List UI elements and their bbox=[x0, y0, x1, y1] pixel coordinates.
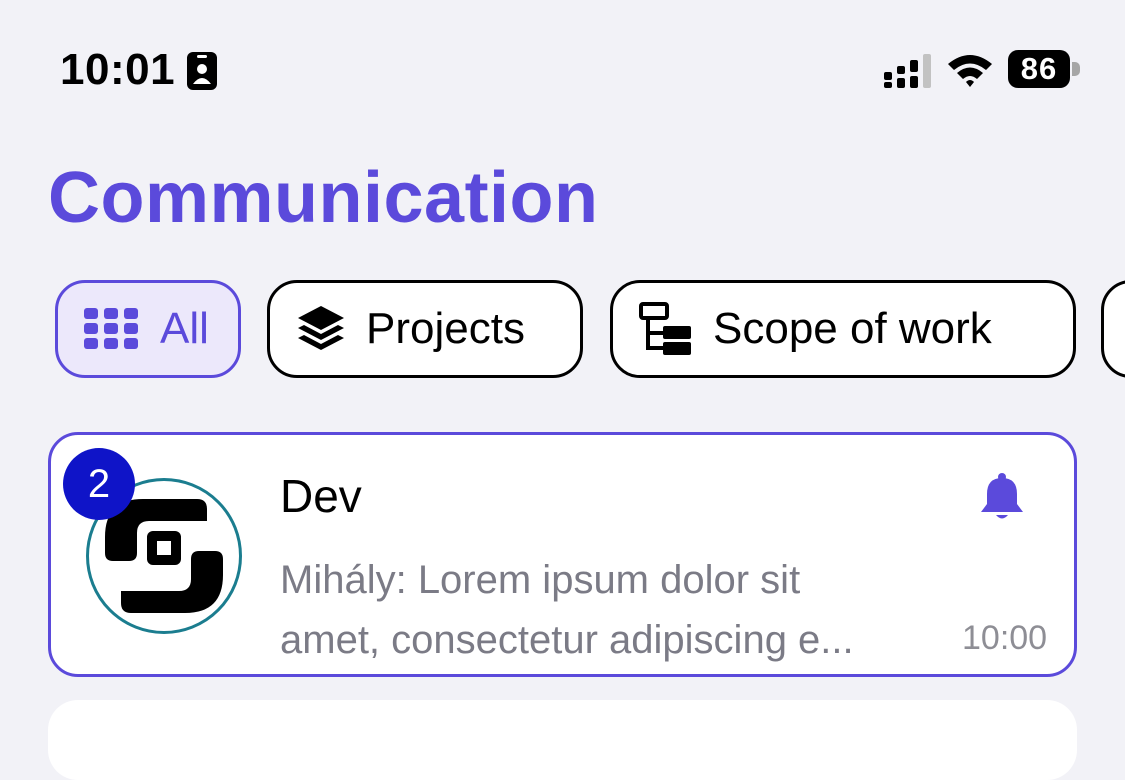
chat-list-item[interactable] bbox=[48, 700, 1077, 780]
bell-icon[interactable] bbox=[977, 472, 1027, 522]
battery-icon: 86 bbox=[1008, 50, 1084, 88]
grid-icon bbox=[84, 308, 138, 349]
filter-chip-more[interactable] bbox=[1101, 280, 1125, 378]
page-title: Communication bbox=[48, 158, 599, 238]
cellular-signal-icon bbox=[884, 54, 931, 88]
layers-icon bbox=[298, 306, 344, 350]
filter-chip-label: Projects bbox=[366, 304, 525, 353]
status-bar: 10:01 86 bbox=[0, 0, 1125, 130]
unread-count-badge: 2 bbox=[63, 448, 135, 520]
hierarchy-icon bbox=[639, 302, 691, 355]
message-preview-line-2: amet, consectetur adipiscing e... bbox=[280, 618, 854, 662]
filter-chip-label: All bbox=[160, 304, 209, 353]
filter-chip-label: Scope of work bbox=[713, 304, 992, 353]
battery-level: 86 bbox=[1008, 50, 1070, 88]
filter-chip-scope-of-work[interactable]: Scope of work bbox=[610, 280, 1076, 378]
wifi-icon bbox=[948, 55, 992, 87]
filter-chip-projects[interactable]: Projects bbox=[267, 280, 583, 378]
message-preview-line-1: Mihály: Lorem ipsum dolor sit bbox=[280, 558, 801, 602]
contact-card-icon bbox=[187, 52, 217, 90]
filter-chip-all[interactable]: All bbox=[55, 280, 241, 378]
status-time: 10:01 bbox=[60, 45, 176, 94]
battery-tip bbox=[1072, 62, 1080, 76]
chat-name: Dev bbox=[280, 470, 362, 522]
message-time: 10:00 bbox=[962, 619, 1048, 657]
message-preview: Mihály: Lorem ipsum dolor sit amet, cons… bbox=[280, 550, 950, 670]
